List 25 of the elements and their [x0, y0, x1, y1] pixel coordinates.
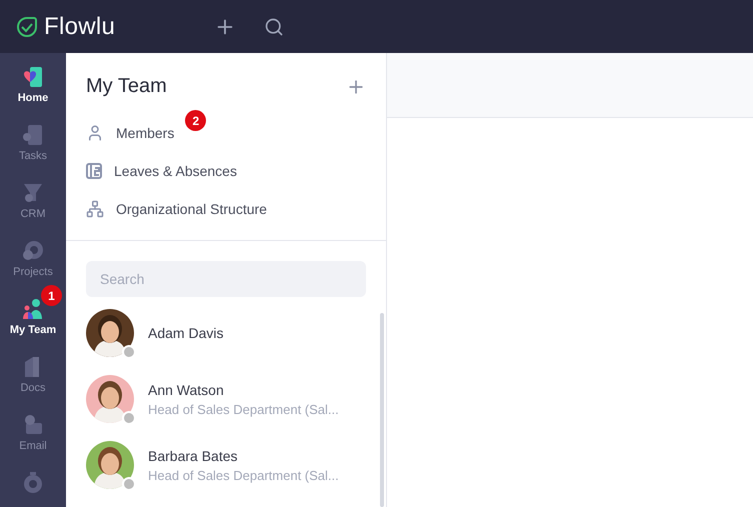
- app-logo: Flowlu: [44, 12, 116, 40]
- status-dot: [122, 345, 136, 359]
- menu-item[interactable]: Leaves & Absences: [86, 158, 237, 184]
- team-icon: [22, 298, 44, 320]
- notification-badge: 2: [185, 110, 206, 131]
- calendar-icon: [86, 163, 102, 179]
- status-dot: [122, 411, 136, 425]
- person-role: Head of Sales Department (Sal...: [148, 468, 339, 482]
- person-role: Head of Sales Department (Sal...: [148, 402, 339, 416]
- hierarchy-icon: [86, 200, 104, 218]
- person-name[interactable]: Ann Watson: [148, 382, 339, 398]
- person-name[interactable]: Barbara Bates: [148, 448, 339, 464]
- panel-title: My Team: [86, 75, 167, 98]
- status-dot: [122, 477, 136, 491]
- person-name[interactable]: Adam Davis: [148, 325, 224, 341]
- notification-badge: 1: [41, 285, 62, 306]
- scrollbar[interactable]: [380, 313, 384, 507]
- search-field[interactable]: Search: [86, 261, 366, 297]
- menu-item[interactable]: Organizational Structure: [86, 196, 267, 222]
- leaf-check-icon: [16, 16, 38, 38]
- heart-card-icon: [22, 66, 44, 88]
- search-button[interactable]: [264, 16, 284, 36]
- person-icon: [86, 124, 104, 142]
- nav-item[interactable]: Home: [0, 53, 66, 104]
- nav-item[interactable]: My Team 1: [0, 285, 66, 336]
